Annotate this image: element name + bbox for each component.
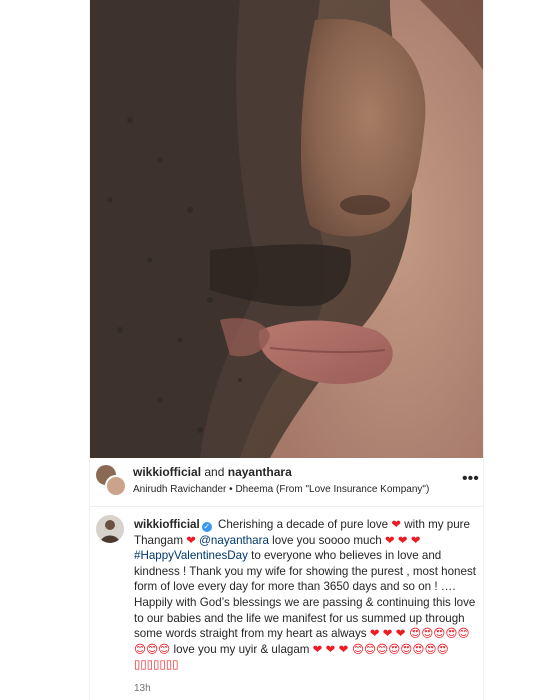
collab-usernames: wikkiofficial and nayanthara [133, 465, 292, 479]
post-header: wikkiofficial and nayanthara Anirudh Rav… [90, 458, 483, 507]
heart-emoji-icon: ❤ [186, 533, 196, 547]
caption-text: wikkiofficial ✓ Cherishing a decade of pu… [134, 517, 479, 673]
verified-badge-icon: ✓ [201, 522, 212, 532]
heart-emoji-icon: ❤ ❤ ❤ [384, 533, 421, 547]
heart-emoji-icon: ❤ ❤ [312, 642, 336, 656]
caption-comment: wikkiofficial ✓ Cherishing a decade of pu… [90, 507, 483, 700]
heart-emoji-icon: ❤ [391, 518, 402, 531]
avatar-photo-icon [96, 515, 124, 543]
caption-segment: love you my uyir & ulagam [170, 642, 313, 656]
avatar-caption[interactable] [96, 515, 124, 543]
heart-emoji-icon: ❤ ❤ [369, 627, 393, 641]
mention-link[interactable]: @nayanthara [199, 534, 269, 547]
post-photo[interactable] [90, 0, 483, 458]
joiner-text: and [201, 465, 228, 479]
caption-segment: love you soooo much [268, 533, 385, 547]
post-timestamp[interactable]: 13h [134, 683, 151, 694]
username-link-1[interactable]: wikkiofficial [133, 465, 201, 479]
more-dots-icon[interactable]: ••• [462, 471, 480, 487]
audio-track-link[interactable]: Anirudh Ravichander • Dheema (From "Love… [133, 484, 429, 495]
couple-closeup-image [90, 0, 483, 458]
username-link-2[interactable]: nayanthara [228, 465, 292, 479]
caption-username[interactable]: wikkiofficial [134, 518, 200, 531]
instagram-post: wikkiofficial and nayanthara Anirudh Rav… [89, 0, 484, 700]
avatar-nayanthara[interactable] [105, 475, 127, 497]
hashtag-link[interactable]: #HappyValentinesDay [134, 549, 248, 562]
caption-segment: Cherishing a decade of pure love [214, 518, 392, 531]
